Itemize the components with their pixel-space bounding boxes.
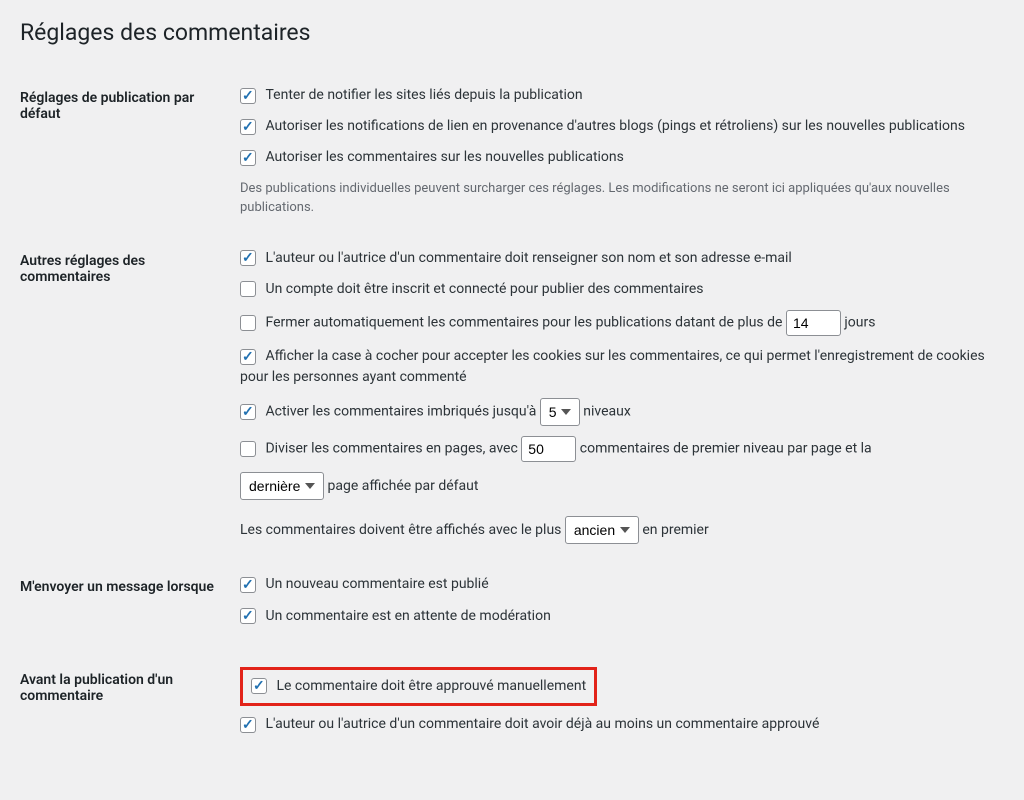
row-threaded[interactable]: Activer les commentaires imbriqués jusqu… — [240, 398, 994, 426]
row-must-register[interactable]: Un compte doit être inscrit et connecté … — [240, 279, 994, 300]
label-paginate-before: Diviser les commentaires en pages, avec — [265, 441, 521, 457]
select-threaded-levels[interactable]: 5 — [540, 398, 580, 426]
row-default-page: dernière page affichée par défaut — [240, 472, 994, 500]
row-cookies-optin[interactable]: Afficher la case à cocher pour accepter … — [240, 346, 994, 388]
select-default-page[interactable]: dernière — [240, 472, 324, 500]
checkbox-close-old[interactable] — [240, 315, 256, 331]
row-notify-linked[interactable]: Tenter de notifier les sites liés depuis… — [240, 85, 994, 106]
section-heading-default-post: Réglages de publication par défaut — [20, 70, 230, 233]
label-close-old-before: Fermer automatiquement les commentaires … — [265, 315, 785, 331]
row-paginate[interactable]: Diviser les commentaires en pages, avec … — [240, 436, 994, 462]
label-allow-pings: Autoriser les notifications de lien en p… — [265, 118, 965, 134]
input-close-days[interactable] — [786, 310, 841, 336]
label-allow-comments: Autoriser les commentaires sur les nouve… — [265, 149, 623, 165]
settings-page: Réglages des commentaires Réglages de pu… — [0, 0, 1024, 800]
checkbox-cookies-optin[interactable] — [240, 349, 256, 365]
label-paginate-after: commentaires de premier niveau par page … — [580, 441, 872, 457]
label-manual-approve: Le commentaire doit être approuvé manuel… — [276, 678, 586, 694]
label-email-held: Un commentaire est en attente de modérat… — [265, 608, 550, 624]
label-notify-linked: Tenter de notifier les sites liés depuis… — [265, 87, 582, 103]
checkbox-paginate[interactable] — [240, 441, 256, 457]
label-prev-approved: L'auteur ou l'autrice d'un commentaire d… — [265, 716, 819, 732]
default-post-description: Des publications individuelles peuvent s… — [240, 179, 994, 218]
checkbox-email-new-comment[interactable] — [240, 577, 256, 593]
section-heading-other: Autres réglages des commentaires — [20, 233, 230, 560]
row-email-held[interactable]: Un commentaire est en attente de modérat… — [240, 606, 994, 627]
label-email-new-comment: Un nouveau commentaire est publié — [265, 576, 488, 592]
select-order[interactable]: ancien — [565, 516, 639, 544]
row-close-old[interactable]: Fermer automatiquement les commentaires … — [240, 310, 994, 336]
row-allow-pings[interactable]: Autoriser les notifications de lien en p… — [240, 116, 994, 137]
checkbox-notify-linked[interactable] — [240, 88, 256, 104]
settings-table: Réglages de publication par défaut Tente… — [20, 70, 1004, 760]
label-default-page-after: page affichée par défaut — [327, 478, 478, 494]
label-require-name-email: L'auteur ou l'autrice d'un commentaire d… — [265, 250, 791, 266]
checkbox-allow-comments[interactable] — [240, 150, 256, 166]
label-order-after: en premier — [642, 522, 708, 538]
row-manual-approve[interactable]: Le commentaire doit être approuvé manuel… — [251, 676, 586, 697]
checkbox-require-name-email[interactable] — [240, 250, 256, 266]
row-email-new-comment[interactable]: Un nouveau commentaire est publié — [240, 574, 994, 595]
row-require-name-email[interactable]: L'auteur ou l'autrice d'un commentaire d… — [240, 248, 994, 269]
checkbox-must-register[interactable] — [240, 281, 256, 297]
label-cookies-optin: Afficher la case à cocher pour accepter … — [240, 348, 985, 385]
label-threaded-after: niveaux — [583, 404, 631, 420]
checkbox-threaded[interactable] — [240, 404, 256, 420]
checkbox-manual-approve[interactable] — [251, 678, 267, 694]
checkbox-allow-pings[interactable] — [240, 119, 256, 135]
row-allow-comments[interactable]: Autoriser les commentaires sur les nouve… — [240, 147, 994, 168]
section-heading-before-appear: Avant la publication d'un commentaire — [20, 652, 230, 760]
label-must-register: Un compte doit être inscrit et connecté … — [265, 281, 703, 297]
label-close-old-after: jours — [844, 315, 875, 331]
checkbox-prev-approved[interactable] — [240, 717, 256, 733]
row-prev-approved[interactable]: L'auteur ou l'autrice d'un commentaire d… — [240, 714, 994, 735]
label-threaded-before: Activer les commentaires imbriqués jusqu… — [265, 404, 539, 420]
label-order-before: Les commentaires doivent être affichés a… — [240, 522, 565, 538]
input-comments-per-page[interactable] — [521, 436, 576, 462]
section-heading-email-me: M'envoyer un message lorsque — [20, 559, 230, 651]
page-title: Réglages des commentaires — [20, 10, 1004, 50]
row-order: Les commentaires doivent être affichés a… — [240, 516, 994, 544]
checkbox-email-held[interactable] — [240, 608, 256, 624]
highlight-manual-approval: Le commentaire doit être approuvé manuel… — [240, 667, 597, 706]
